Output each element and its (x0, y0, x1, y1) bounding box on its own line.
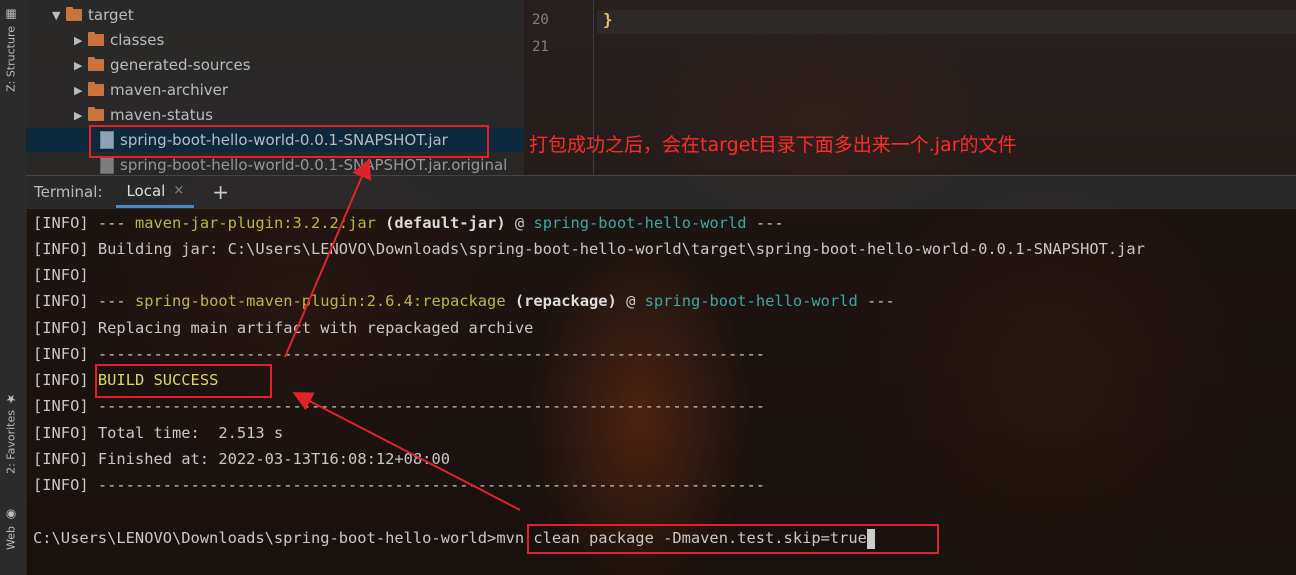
terminal-line: [INFO] ---------------------------------… (33, 476, 766, 494)
folder-icon (88, 82, 104, 96)
collapsed-arrow-icon[interactable]: ▶ (74, 84, 88, 97)
line-number: 21 (532, 39, 549, 55)
tree-item-classes[interactable]: ▶ classes (74, 28, 164, 52)
terminal-header: Terminal: Local × + (26, 175, 1296, 209)
build-success-highlight-box (95, 364, 272, 398)
terminal-line: [INFO] (33, 266, 89, 284)
annotation-text: 打包成功之后，会在target目录下面多出来一个.jar的文件 (529, 134, 1017, 156)
jar-highlight-box (89, 125, 489, 158)
collapsed-arrow-icon[interactable]: ▶ (74, 34, 88, 47)
tree-item-label: maven-archiver (110, 81, 229, 99)
current-line-highlight (597, 10, 1296, 34)
star-icon: ★ (4, 392, 18, 406)
terminal-title: Terminal: (34, 183, 103, 201)
terminal-line: [INFO] Replacing main artifact with repa… (33, 319, 534, 337)
tree-item-maven-status[interactable]: ▶ maven-status (74, 103, 213, 127)
line-number: 20 (532, 12, 549, 28)
tree-item-label: generated-sources (110, 56, 251, 74)
terminal-line: [INFO] Finished at: 2022-03-13T16:08:12+… (33, 450, 450, 468)
structure-icon: ▦ (4, 8, 18, 22)
favorites-tab[interactable]: 2: Favorites ★ (4, 392, 18, 474)
globe-icon: ◉ (4, 508, 18, 522)
command-highlight-box (527, 524, 939, 554)
structure-tab[interactable]: Z: Structure ▦ (4, 8, 18, 92)
folder-icon (88, 57, 104, 71)
tree-item-label: spring-boot-hello-world-0.0.1-SNAPSHOT.j… (120, 156, 508, 174)
folder-icon (66, 7, 82, 21)
tree-item-label: classes (110, 31, 165, 49)
favorites-tab-label: 2: Favorites (4, 410, 18, 474)
tree-item-generated-sources[interactable]: ▶ generated-sources (74, 53, 251, 77)
folder-icon (88, 107, 104, 121)
left-tool-strip: Z: Structure ▦ 2: Favorites ★ Web ◉ (0, 0, 27, 575)
prompt-path: C:\Users\LENOVO\Downloads\spring-boot-he… (33, 529, 497, 547)
structure-tab-label: Z: Structure (4, 26, 18, 92)
terminal-line: [INFO] --- spring-boot-maven-plugin:2.6.… (33, 292, 895, 310)
close-icon[interactable]: × (173, 183, 184, 198)
tree-item-target[interactable]: ▼ target (52, 3, 134, 27)
tree-item-label: maven-status (110, 106, 213, 124)
collapsed-arrow-icon[interactable]: ▶ (74, 109, 88, 122)
web-tab-label: Web (4, 526, 18, 550)
terminal-line: [INFO] Building jar: C:\Users\LENOVO\Dow… (33, 240, 1145, 258)
tree-item-label: target (88, 6, 134, 24)
file-icon (100, 156, 114, 174)
collapsed-arrow-icon[interactable]: ▶ (74, 59, 88, 72)
terminal-line: [INFO] --- maven-jar-plugin:3.2.2:jar (d… (33, 214, 784, 232)
web-tab[interactable]: Web ◉ (4, 508, 18, 550)
terminal-line: [INFO] Total time: 2.513 s (33, 424, 284, 442)
new-terminal-plus-icon[interactable]: + (212, 180, 229, 204)
expanded-arrow-icon[interactable]: ▼ (52, 9, 66, 22)
tab-local-label: Local (126, 181, 166, 200)
folder-icon (88, 32, 104, 46)
code-closing-brace: } (603, 10, 613, 29)
tree-item-maven-archiver[interactable]: ▶ maven-archiver (74, 78, 228, 102)
tab-local[interactable]: Local × (116, 176, 195, 208)
